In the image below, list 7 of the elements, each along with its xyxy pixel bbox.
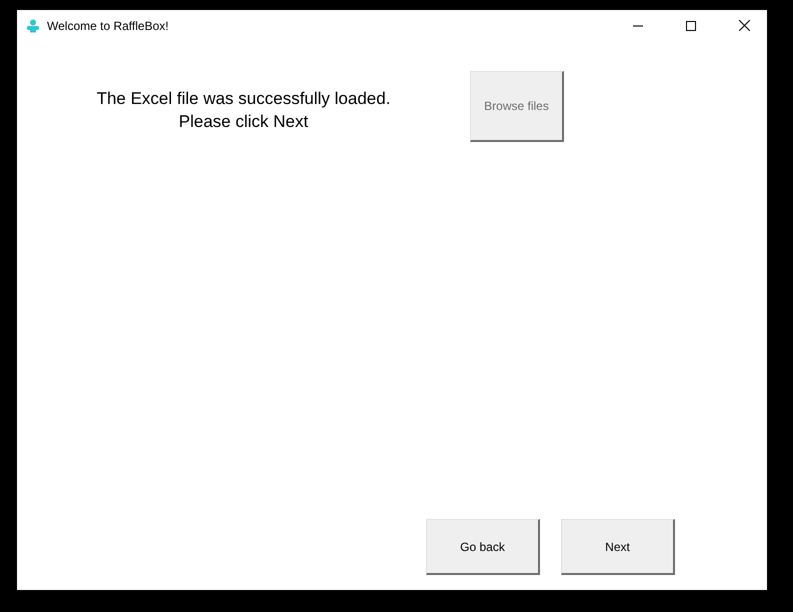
nav-button[interactable]: Next <box>561 519 675 575</box>
maximize-icon[interactable] <box>686 20 696 30</box>
window-title: Welcome to RaffleBox! <box>47 18 170 32</box>
status-message: Please click Next <box>178 111 310 133</box>
status-message: The Excel file was successfully loaded. <box>96 88 392 110</box>
close-icon[interactable] <box>738 20 750 31</box>
nav-button[interactable]: Go back <box>426 519 540 575</box>
